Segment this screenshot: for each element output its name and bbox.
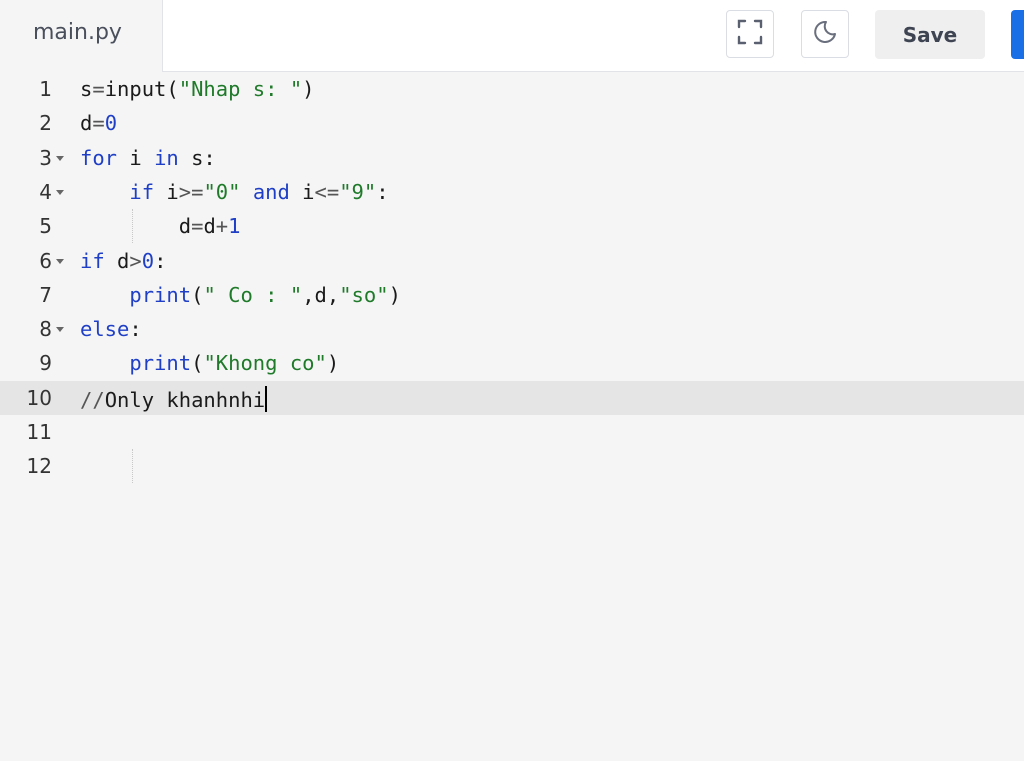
code-text: else: — [80, 317, 142, 341]
fullscreen-button[interactable] — [726, 10, 774, 58]
code-line[interactable]: 3 for i in s: — [0, 141, 1024, 175]
fold-arrow-icon[interactable] — [56, 189, 64, 195]
code-token: 1 — [228, 214, 241, 239]
toolbar: Save — [163, 0, 1024, 72]
line-number: 5 — [39, 214, 52, 239]
code-token: ) — [302, 77, 315, 101]
code-line[interactable]: 5 d=d+1 — [0, 209, 1024, 243]
code-text: d=0 — [80, 111, 117, 135]
code-token: ) — [326, 351, 340, 376]
code-text: if d>0: — [80, 249, 166, 273]
save-button[interactable]: Save — [875, 10, 985, 59]
code-line[interactable]: 12 — [0, 449, 1024, 483]
code-token: ( — [191, 282, 204, 307]
code-text: s=input("Nhap s: ") — [80, 77, 315, 101]
code-line[interactable]: 1 s=input("Nhap s: ") — [0, 72, 1024, 106]
moon-icon — [812, 19, 838, 50]
code-token: i — [117, 145, 155, 170]
code-token: "0" — [203, 179, 241, 204]
code-line[interactable]: 6 if d>0: — [0, 244, 1024, 278]
code-token: " Co : " — [203, 282, 303, 307]
code-text: if i>="0" and i<="9": — [80, 179, 389, 204]
code-token: d — [80, 214, 192, 239]
code-text: d=d+1 — [80, 214, 241, 239]
code-editor[interactable]: 1 s=input("Nhap s: ") 2 d=0 3 for i in s: 4 if… — [0, 72, 1024, 761]
code-token: "9" — [339, 179, 377, 204]
line-number: 4 — [39, 179, 52, 204]
tab-main-py[interactable]: main.py — [0, 0, 163, 72]
code-line[interactable]: 9 print("Khong co") — [0, 346, 1024, 380]
code-token: if — [80, 248, 105, 273]
line-number: 7 — [39, 282, 52, 307]
code-token: print — [129, 351, 192, 376]
code-token: : — [376, 179, 389, 204]
code-token: 0 — [141, 248, 155, 273]
line-number: 10 — [26, 385, 52, 410]
code-token: in — [154, 145, 179, 170]
code-text: //Only khanhnhi — [80, 385, 268, 412]
code-token: d — [80, 111, 93, 136]
line-number: 11 — [26, 420, 52, 444]
code-token: = — [92, 111, 105, 136]
fold-arrow-icon[interactable] — [56, 327, 64, 333]
code-token: ) — [388, 282, 401, 307]
code-token: d — [104, 248, 130, 273]
code-line[interactable]: 7 print(" Co : ",d,"so") — [0, 278, 1024, 312]
code-token: and — [252, 179, 290, 204]
code-token: >= — [178, 179, 204, 204]
run-button[interactable] — [1011, 10, 1024, 59]
fold-arrow-icon[interactable] — [56, 155, 64, 161]
line-number: 9 — [39, 351, 52, 376]
code-line[interactable]: 11 — [0, 415, 1024, 449]
line-number: 8 — [39, 317, 52, 342]
line-number: 3 — [39, 145, 52, 170]
code-token: 0 — [104, 111, 118, 136]
code-token: i — [289, 179, 315, 204]
code-token: = — [92, 77, 105, 101]
code-token: i — [154, 179, 179, 204]
line-number: 2 — [39, 111, 52, 136]
code-token: : — [154, 248, 167, 273]
code-token: else — [80, 317, 130, 342]
code-token: = — [191, 214, 204, 239]
code-token: ( — [191, 351, 204, 376]
code-line[interactable]: 10 //Only khanhnhi — [0, 380, 1024, 415]
code-token: for — [80, 145, 118, 170]
fullscreen-icon — [737, 19, 763, 50]
code-token: : — [129, 317, 142, 342]
code-text: print("Khong co") — [80, 351, 339, 375]
code-token: "Khong co" — [203, 351, 327, 376]
code-line[interactable]: 4 if i>="0" and i<="9": — [0, 175, 1024, 209]
code-token: <= — [314, 179, 340, 204]
code-token: ,d, — [302, 282, 340, 307]
code-token: print — [129, 282, 192, 307]
code-token: // — [80, 387, 105, 412]
top-bar: main.py Save — [0, 0, 1024, 72]
code-token: "so" — [339, 282, 389, 307]
tab-label: main.py — [33, 20, 122, 45]
text-cursor — [265, 385, 268, 412]
code-token: > — [129, 248, 142, 273]
line-number: 1 — [39, 77, 52, 101]
line-number: 6 — [39, 248, 52, 273]
code-token: Only khanhnhi — [104, 387, 266, 412]
code-token: input( — [104, 77, 179, 101]
code-text: print(" Co : ",d,"so") — [80, 283, 401, 307]
code-token: "Nhap s: " — [178, 77, 303, 101]
code-token: d — [203, 214, 216, 239]
fold-arrow-icon[interactable] — [56, 258, 64, 264]
line-number: 12 — [26, 454, 52, 479]
code-line[interactable]: 2 d=0 — [0, 106, 1024, 140]
code-line[interactable]: 8 else: — [0, 312, 1024, 346]
code-token: s: — [178, 145, 216, 170]
code-token: s — [80, 77, 93, 101]
code-text: for i in s: — [80, 146, 216, 170]
code-token: + — [215, 214, 229, 239]
code-token: if — [129, 179, 155, 204]
theme-toggle-button[interactable] — [801, 10, 849, 58]
